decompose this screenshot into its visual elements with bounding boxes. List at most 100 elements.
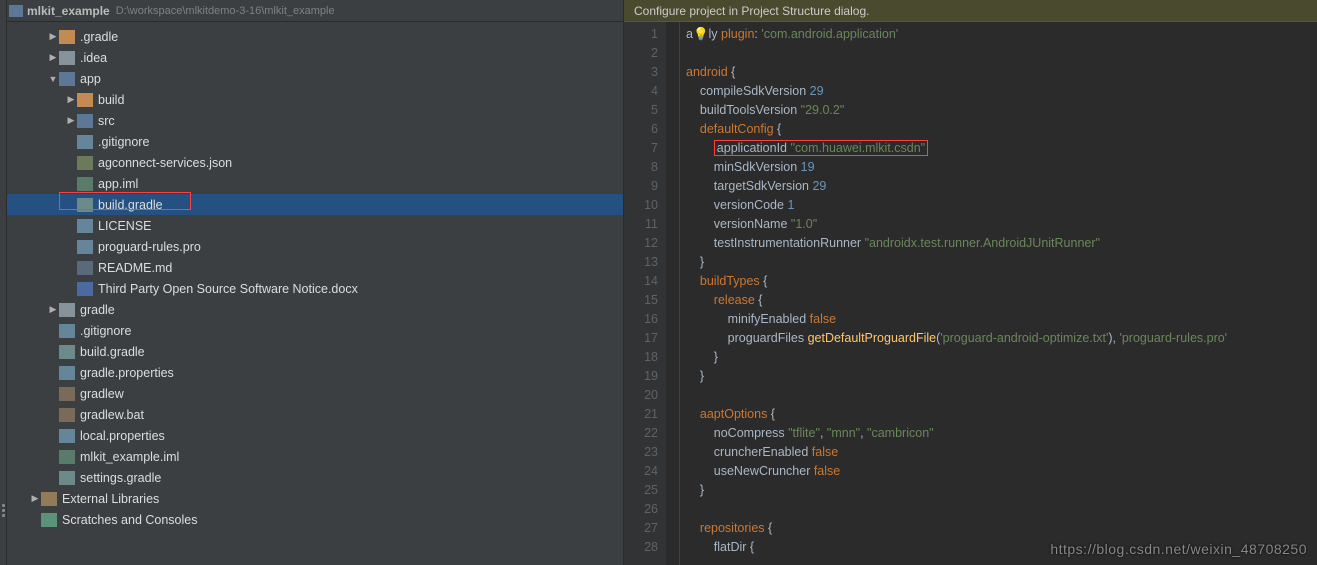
tree-item-label: agconnect-services.json <box>98 156 232 170</box>
file-text-icon <box>59 429 75 443</box>
code-line[interactable]: minifyEnabled false <box>686 310 1231 329</box>
chevron-right-icon[interactable]: ▶ <box>47 31 59 42</box>
tree-item[interactable]: ▶.gradle <box>7 26 623 47</box>
code-line[interactable]: release { <box>686 291 1231 310</box>
code-line[interactable]: android { <box>686 63 1231 82</box>
line-number: 27 <box>624 519 658 538</box>
line-number: 22 <box>624 424 658 443</box>
line-number: 25 <box>624 481 658 500</box>
file-text-icon <box>59 324 75 338</box>
tree-item[interactable]: gradlew <box>7 383 623 404</box>
code-line[interactable] <box>686 500 1231 519</box>
chevron-right-icon[interactable]: ▶ <box>29 493 41 504</box>
code-line[interactable] <box>686 386 1231 405</box>
tree-item[interactable]: mlkit_example.iml <box>7 446 623 467</box>
tree-item[interactable]: ▶gradle <box>7 299 623 320</box>
code-line[interactable]: aaptOptions { <box>686 405 1231 424</box>
tree-item-label: app <box>80 72 101 86</box>
code-line[interactable]: noCompress "tflite", "mnn", "cambricon" <box>686 424 1231 443</box>
line-number: 24 <box>624 462 658 481</box>
code-line[interactable]: } <box>686 367 1231 386</box>
line-number-gutter: 1234567891011121314151617181920212223242… <box>624 22 666 565</box>
tree-item[interactable]: ▶src <box>7 110 623 131</box>
tree-item[interactable]: proguard-rules.pro <box>7 236 623 257</box>
folder-brown-icon <box>77 93 93 107</box>
file-text-icon <box>59 366 75 380</box>
file-text-icon <box>77 240 93 254</box>
chevron-right-icon[interactable]: ▶ <box>47 52 59 63</box>
tree-item[interactable]: agconnect-services.json <box>7 152 623 173</box>
code-line[interactable]: versionName "1.0" <box>686 215 1231 234</box>
tree-item-label: .gitignore <box>80 324 131 338</box>
line-number: 14 <box>624 272 658 291</box>
file-lib-icon <box>41 492 57 506</box>
code-line[interactable]: applicationId "com.huawei.mlkit.csdn" <box>686 139 1231 158</box>
project-name: mlkit_example <box>27 4 110 18</box>
tree-item-label: app.iml <box>98 177 138 191</box>
folder-gray-icon <box>59 51 75 65</box>
line-number: 3 <box>624 63 658 82</box>
code-line[interactable]: testInstrumentationRunner "androidx.test… <box>686 234 1231 253</box>
tree-item-label: local.properties <box>80 429 165 443</box>
code-content[interactable]: a💡ly plugin: 'com.android.application' a… <box>680 22 1231 565</box>
tree-item[interactable]: ▼ app <box>7 68 623 89</box>
line-number: 2 <box>624 44 658 63</box>
tree-item[interactable]: README.md <box>7 257 623 278</box>
tree-item[interactable]: gradle.properties <box>7 362 623 383</box>
tree-item[interactable]: settings.gradle <box>7 467 623 488</box>
code-line[interactable]: flatDir { <box>686 538 1231 557</box>
code-line[interactable]: useNewCruncher false <box>686 462 1231 481</box>
left-tab-strip[interactable] <box>0 0 7 565</box>
line-number: 17 <box>624 329 658 348</box>
code-line[interactable]: } <box>686 348 1231 367</box>
line-number: 13 <box>624 253 658 272</box>
chevron-down-icon[interactable]: ▼ <box>47 74 59 84</box>
code-line[interactable]: proguardFiles getDefaultProguardFile('pr… <box>686 329 1231 348</box>
banner-text: Configure project in Project Structure d… <box>634 4 869 18</box>
tree-item[interactable]: Scratches and Consoles <box>7 509 623 530</box>
tree-item[interactable]: LICENSE <box>7 215 623 236</box>
tree-item[interactable]: local.properties <box>7 425 623 446</box>
tree-item[interactable]: ▶build <box>7 89 623 110</box>
chevron-right-icon[interactable]: ▶ <box>65 115 77 126</box>
chevron-right-icon[interactable]: ▶ <box>47 304 59 315</box>
code-line[interactable]: buildTypes { <box>686 272 1231 291</box>
code-line[interactable] <box>686 44 1231 63</box>
code-line[interactable]: repositories { <box>686 519 1231 538</box>
chevron-right-icon[interactable]: ▶ <box>65 94 77 105</box>
project-tool-window: mlkit_example D:\workspace\mlkitdemo-3-1… <box>7 0 624 565</box>
tree-item[interactable]: build.gradle <box>7 341 623 362</box>
folder-brown-icon <box>59 30 75 44</box>
tree-item[interactable]: app.iml <box>7 173 623 194</box>
code-line[interactable]: targetSdkVersion 29 <box>686 177 1231 196</box>
code-line[interactable]: cruncherEnabled false <box>686 443 1231 462</box>
code-editor[interactable]: 1234567891011121314151617181920212223242… <box>624 22 1317 565</box>
code-line[interactable]: minSdkVersion 19 <box>686 158 1231 177</box>
code-line[interactable]: compileSdkVersion 29 <box>686 82 1231 101</box>
tree-item-label: README.md <box>98 261 172 275</box>
code-line[interactable]: a💡ly plugin: 'com.android.application' <box>686 25 1231 44</box>
fold-strip[interactable] <box>666 22 680 565</box>
line-number: 20 <box>624 386 658 405</box>
tree-item[interactable]: ▶ .idea <box>7 47 623 68</box>
project-tree[interactable]: ▶.gradle▶.idea▼app▶build▶src.gitignoreag… <box>7 22 623 565</box>
code-line[interactable]: versionCode 1 <box>686 196 1231 215</box>
code-line[interactable]: buildToolsVersion "29.0.2" <box>686 101 1231 120</box>
tree-item[interactable]: build.gradle <box>7 194 623 215</box>
folder-blue-icon <box>59 72 75 86</box>
tree-item-label: Scratches and Consoles <box>62 513 198 527</box>
tree-item[interactable]: .gitignore <box>7 320 623 341</box>
editor-notification-banner[interactable]: Configure project in Project Structure d… <box>624 0 1317 22</box>
code-line[interactable]: } <box>686 481 1231 500</box>
tree-item[interactable]: gradlew.bat <box>7 404 623 425</box>
code-line[interactable]: defaultConfig { <box>686 120 1231 139</box>
tree-item[interactable]: Third Party Open Source Software Notice.… <box>7 278 623 299</box>
tree-item-label: .idea <box>80 51 107 65</box>
file-scratch-icon <box>41 513 57 527</box>
code-line[interactable]: } <box>686 253 1231 272</box>
tree-item[interactable]: .gitignore <box>7 131 623 152</box>
project-root-bar[interactable]: mlkit_example D:\workspace\mlkitdemo-3-1… <box>7 0 623 22</box>
file-img-icon <box>59 450 75 464</box>
tree-item[interactable]: ▶External Libraries <box>7 488 623 509</box>
folder-blue-icon <box>77 114 93 128</box>
